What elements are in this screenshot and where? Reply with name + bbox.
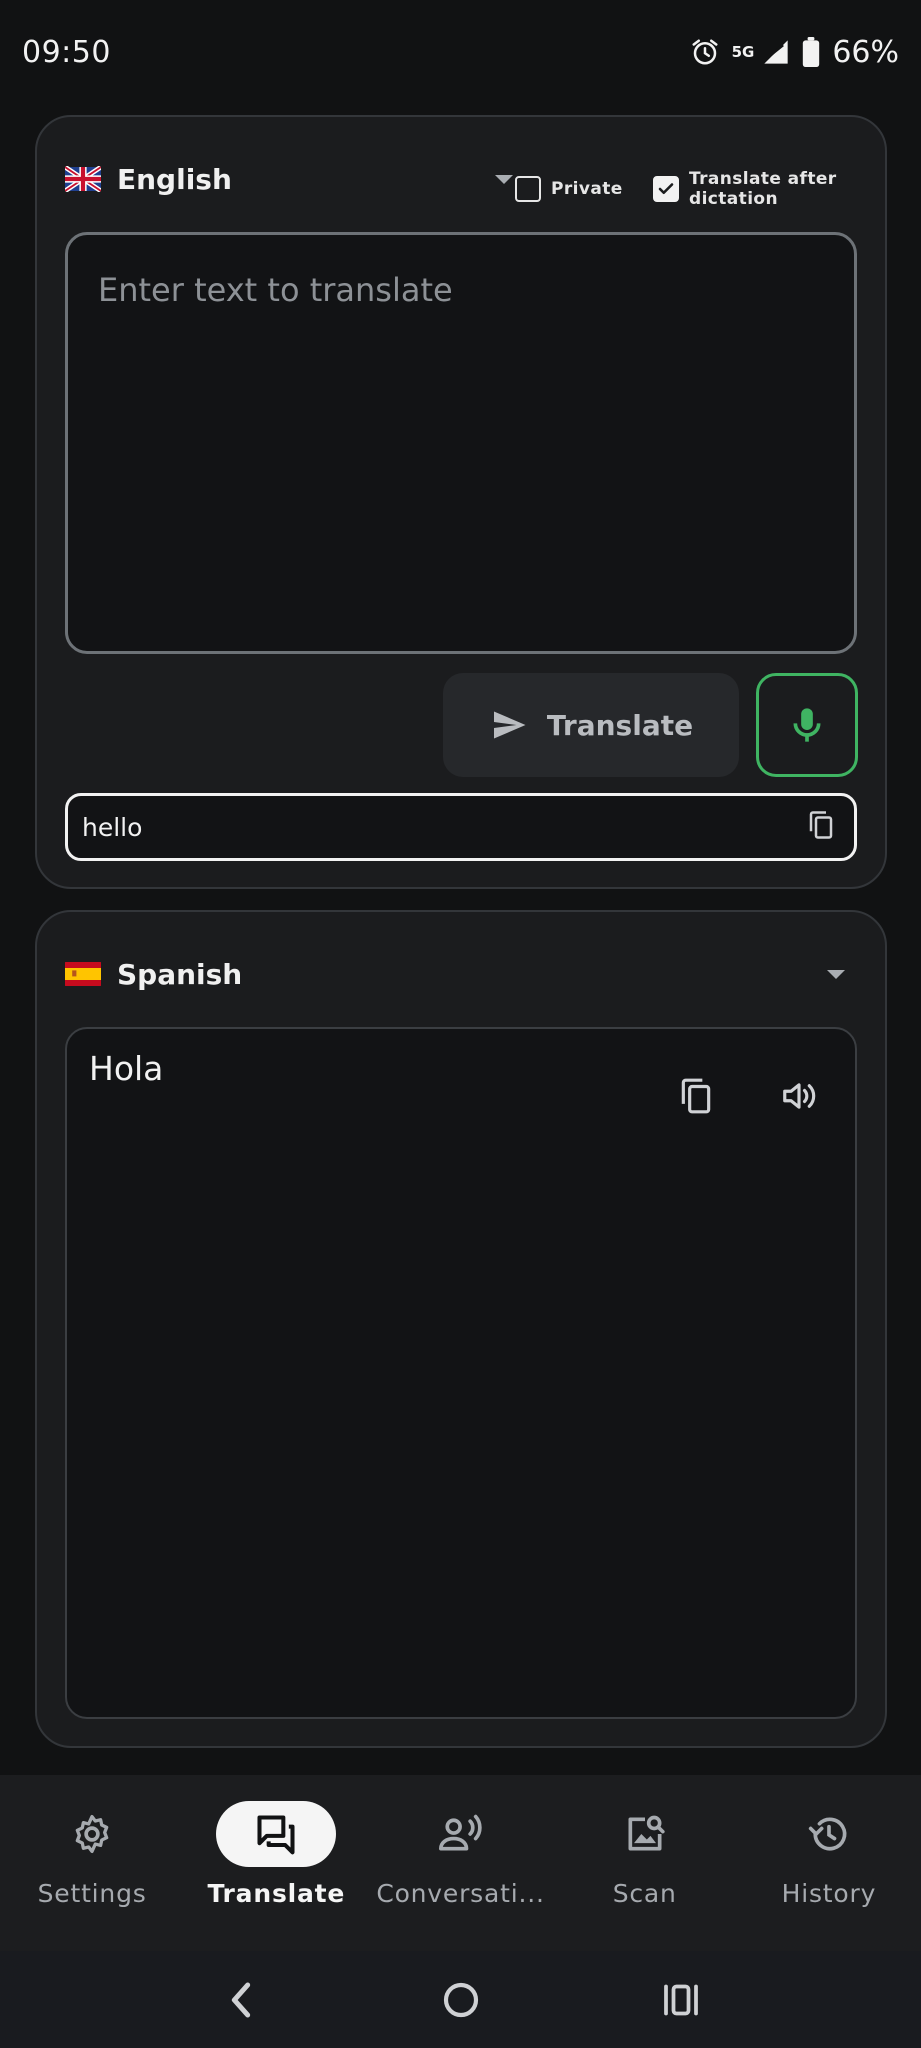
- signal-icon: [762, 37, 790, 67]
- input-placeholder: Enter text to translate: [98, 271, 453, 309]
- translation-output: Hola: [65, 1027, 857, 1719]
- private-toggle[interactable]: Private: [515, 176, 623, 202]
- uk-flag-icon: [65, 166, 101, 192]
- alarm-icon: [690, 37, 720, 67]
- status-icons: 5G 66%: [690, 35, 899, 70]
- recents-icon: [663, 1984, 698, 2015]
- speaker-icon[interactable]: [779, 1077, 819, 1119]
- translate-button-label: Translate: [546, 708, 694, 742]
- translation-text: Hola: [89, 1049, 164, 1088]
- microphone-button[interactable]: [756, 673, 858, 777]
- gear-icon: [75, 1814, 109, 1854]
- nav-label-translate: Translate: [207, 1879, 346, 1908]
- nav-item-translate[interactable]: Translate: [184, 1775, 368, 1951]
- recent-input-field[interactable]: hello: [65, 793, 857, 861]
- source-text-input[interactable]: Enter text to translate: [65, 232, 857, 654]
- battery-percentage: 66%: [832, 34, 899, 70]
- network-type: 5G: [731, 43, 755, 61]
- private-checkbox[interactable]: [515, 176, 541, 202]
- image-search-icon: [628, 1815, 665, 1851]
- translate-after-dictation-checkbox[interactable]: [653, 176, 679, 202]
- target-language-name: Spanish: [117, 957, 243, 991]
- nav-item-history[interactable]: History: [737, 1775, 921, 1951]
- translate-after-dictation-label: Translate after dictation: [689, 169, 837, 209]
- nav-label-scan: Scan: [612, 1879, 677, 1908]
- chevron-down-icon: [827, 970, 845, 979]
- recents-button[interactable]: [651, 1970, 711, 2030]
- recent-input-text: hello: [82, 812, 143, 842]
- battery-icon: [802, 37, 820, 67]
- target-language-selector[interactable]: Spanish: [65, 944, 857, 1004]
- translate-after-dictation-toggle[interactable]: Translate after dictation: [653, 169, 837, 209]
- send-icon: [493, 711, 526, 739]
- nav-label-history: History: [781, 1879, 877, 1908]
- target-card: Spanish Hola: [35, 910, 887, 1748]
- bottom-navigation: Settings Translate Conversati... Scan Hi…: [0, 1775, 921, 1951]
- home-button[interactable]: [431, 1970, 491, 2030]
- nav-item-conversation[interactable]: Conversati...: [368, 1775, 552, 1951]
- nav-item-scan[interactable]: Scan: [553, 1775, 737, 1951]
- copy-icon[interactable]: [806, 808, 836, 846]
- home-circle-icon: [443, 1982, 478, 2017]
- status-time: 09:50: [22, 34, 111, 70]
- history-icon: [808, 1817, 847, 1851]
- system-navigation-bar: [0, 1951, 921, 2048]
- back-chevron-icon: [231, 1982, 250, 2017]
- back-button[interactable]: [211, 1970, 271, 2030]
- translate-button[interactable]: Translate: [443, 673, 739, 777]
- chat-icon: [257, 1815, 295, 1855]
- private-label: Private: [551, 179, 623, 199]
- copy-icon[interactable]: [677, 1075, 715, 1121]
- source-language-name: English: [117, 162, 232, 196]
- nav-label-conversation: Conversati...: [376, 1879, 545, 1908]
- status-bar: 09:50 5G 66%: [0, 0, 921, 104]
- nav-item-settings[interactable]: Settings: [0, 1775, 184, 1951]
- nav-label-settings: Settings: [37, 1879, 147, 1908]
- source-card: English Private Translate after dictatio…: [35, 115, 887, 889]
- checkmark-icon: [658, 183, 674, 195]
- spain-flag-icon: [65, 962, 101, 986]
- chevron-down-icon: [495, 175, 513, 184]
- microphone-icon: [793, 708, 821, 742]
- voice-person-icon: [438, 1814, 482, 1851]
